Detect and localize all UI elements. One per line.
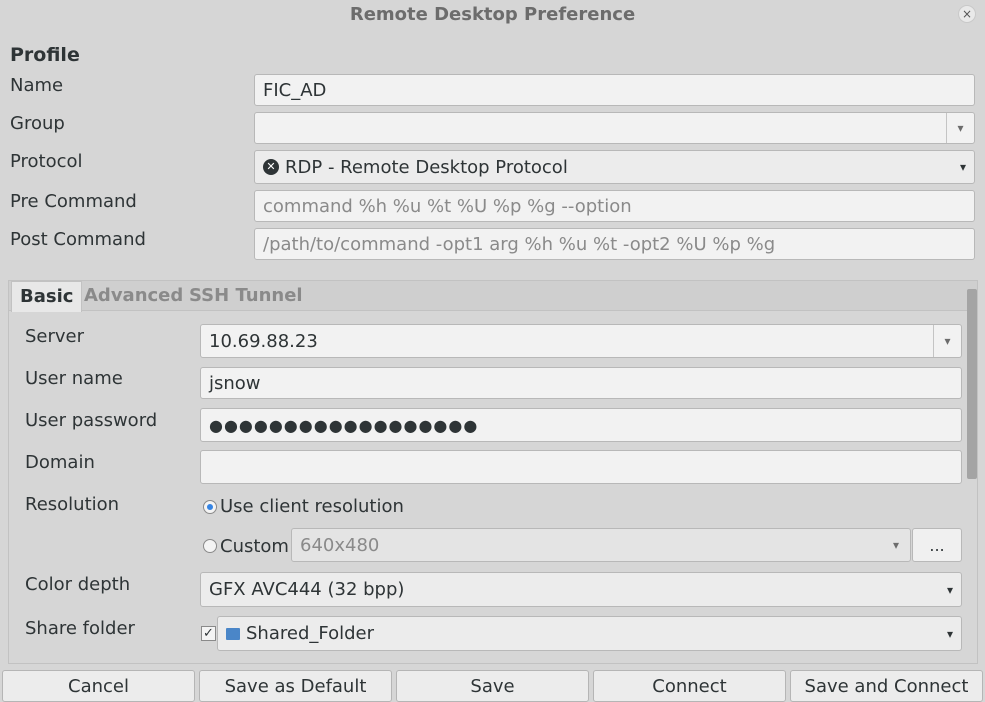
folder-icon [226, 627, 240, 640]
precommand-label: Pre Command [10, 191, 137, 212]
protocol-value: RDP - Remote Desktop Protocol [285, 156, 568, 178]
profile-section-title: Profile [10, 44, 80, 66]
custom-resolution-combo[interactable]: 640x480 ▾ [291, 528, 911, 562]
name-label: Name [10, 75, 64, 96]
chevron-down-icon: ▾ [946, 582, 953, 597]
password-input[interactable]: ●●●●●●●●●●●●●●●●●● [200, 408, 962, 442]
server-combo[interactable]: 10.69.88.23 ▾ [200, 324, 962, 358]
postcommand-label: Post Command [10, 229, 146, 250]
domain-label: Domain [25, 452, 95, 473]
name-input[interactable]: FIC_AD [254, 74, 975, 106]
protocol-label: Protocol [10, 151, 83, 172]
sharefolder-label: Share folder [25, 618, 135, 639]
chevron-down-icon: ▾ [959, 160, 966, 174]
save-as-default-button[interactable]: Save as Default [199, 670, 392, 702]
colordepth-dropdown[interactable]: GFX AVC444 (32 bpp) ▾ [200, 572, 962, 607]
scrollbar[interactable] [967, 289, 977, 659]
tab-basic[interactable]: Basic [11, 281, 83, 312]
colordepth-label: Color depth [25, 574, 131, 595]
group-dropdown-icon[interactable]: ▾ [946, 113, 974, 143]
chevron-down-icon: ▾ [946, 626, 953, 641]
colordepth-value: GFX AVC444 (32 bpp) [209, 579, 405, 600]
custom-resolution-label[interactable]: Custom [220, 536, 289, 557]
server-label: Server [25, 326, 85, 347]
password-label: User password [25, 410, 158, 431]
custom-resolution-value: 640x480 [300, 534, 380, 556]
resolution-more-button[interactable]: ... [912, 528, 962, 562]
use-client-resolution-radio[interactable] [203, 500, 217, 514]
sharefolder-dropdown[interactable]: Shared_Folder ▾ [217, 616, 962, 651]
close-icon[interactable]: × [958, 5, 976, 23]
scroll-thumb[interactable] [967, 289, 977, 479]
tab-ssh-tunnel[interactable]: SSH Tunnel [189, 281, 303, 311]
group-label: Group [10, 113, 65, 134]
use-client-resolution-label[interactable]: Use client resolution [220, 496, 404, 517]
cancel-button[interactable]: Cancel [2, 670, 195, 702]
tab-advanced[interactable]: Advanced [84, 281, 183, 311]
postcommand-input[interactable]: /path/to/command -opt1 arg %h %u %t -opt… [254, 228, 975, 260]
custom-resolution-dropdown-icon[interactable]: ▾ [882, 529, 910, 561]
domain-input[interactable] [200, 450, 962, 484]
sharefolder-checkbox[interactable]: ✓ [201, 626, 216, 641]
resolution-label: Resolution [25, 494, 120, 515]
window-title: Remote Desktop Preference [349, 4, 636, 25]
username-input[interactable]: jsnow [200, 367, 962, 399]
protocol-icon: ✕ [263, 159, 279, 175]
username-label: User name [25, 368, 123, 389]
title-bar: Remote Desktop Preference × [0, 0, 985, 30]
settings-notebook: Basic Advanced SSH Tunnel Server 10.69.8… [8, 280, 978, 664]
group-combo[interactable]: ▾ [254, 112, 975, 144]
server-dropdown-icon[interactable]: ▾ [933, 325, 961, 357]
sharefolder-value: Shared_Folder [246, 623, 374, 644]
protocol-dropdown[interactable]: ✕ RDP - Remote Desktop Protocol ▾ [254, 150, 975, 184]
save-and-connect-button[interactable]: Save and Connect [790, 670, 983, 702]
save-button[interactable]: Save [396, 670, 589, 702]
precommand-input[interactable]: command %h %u %t %U %p %g --option [254, 190, 975, 222]
server-value: 10.69.88.23 [209, 330, 318, 352]
connect-button[interactable]: Connect [593, 670, 786, 702]
custom-resolution-radio[interactable] [203, 539, 217, 553]
tab-bar: Basic Advanced SSH Tunnel [9, 281, 977, 312]
